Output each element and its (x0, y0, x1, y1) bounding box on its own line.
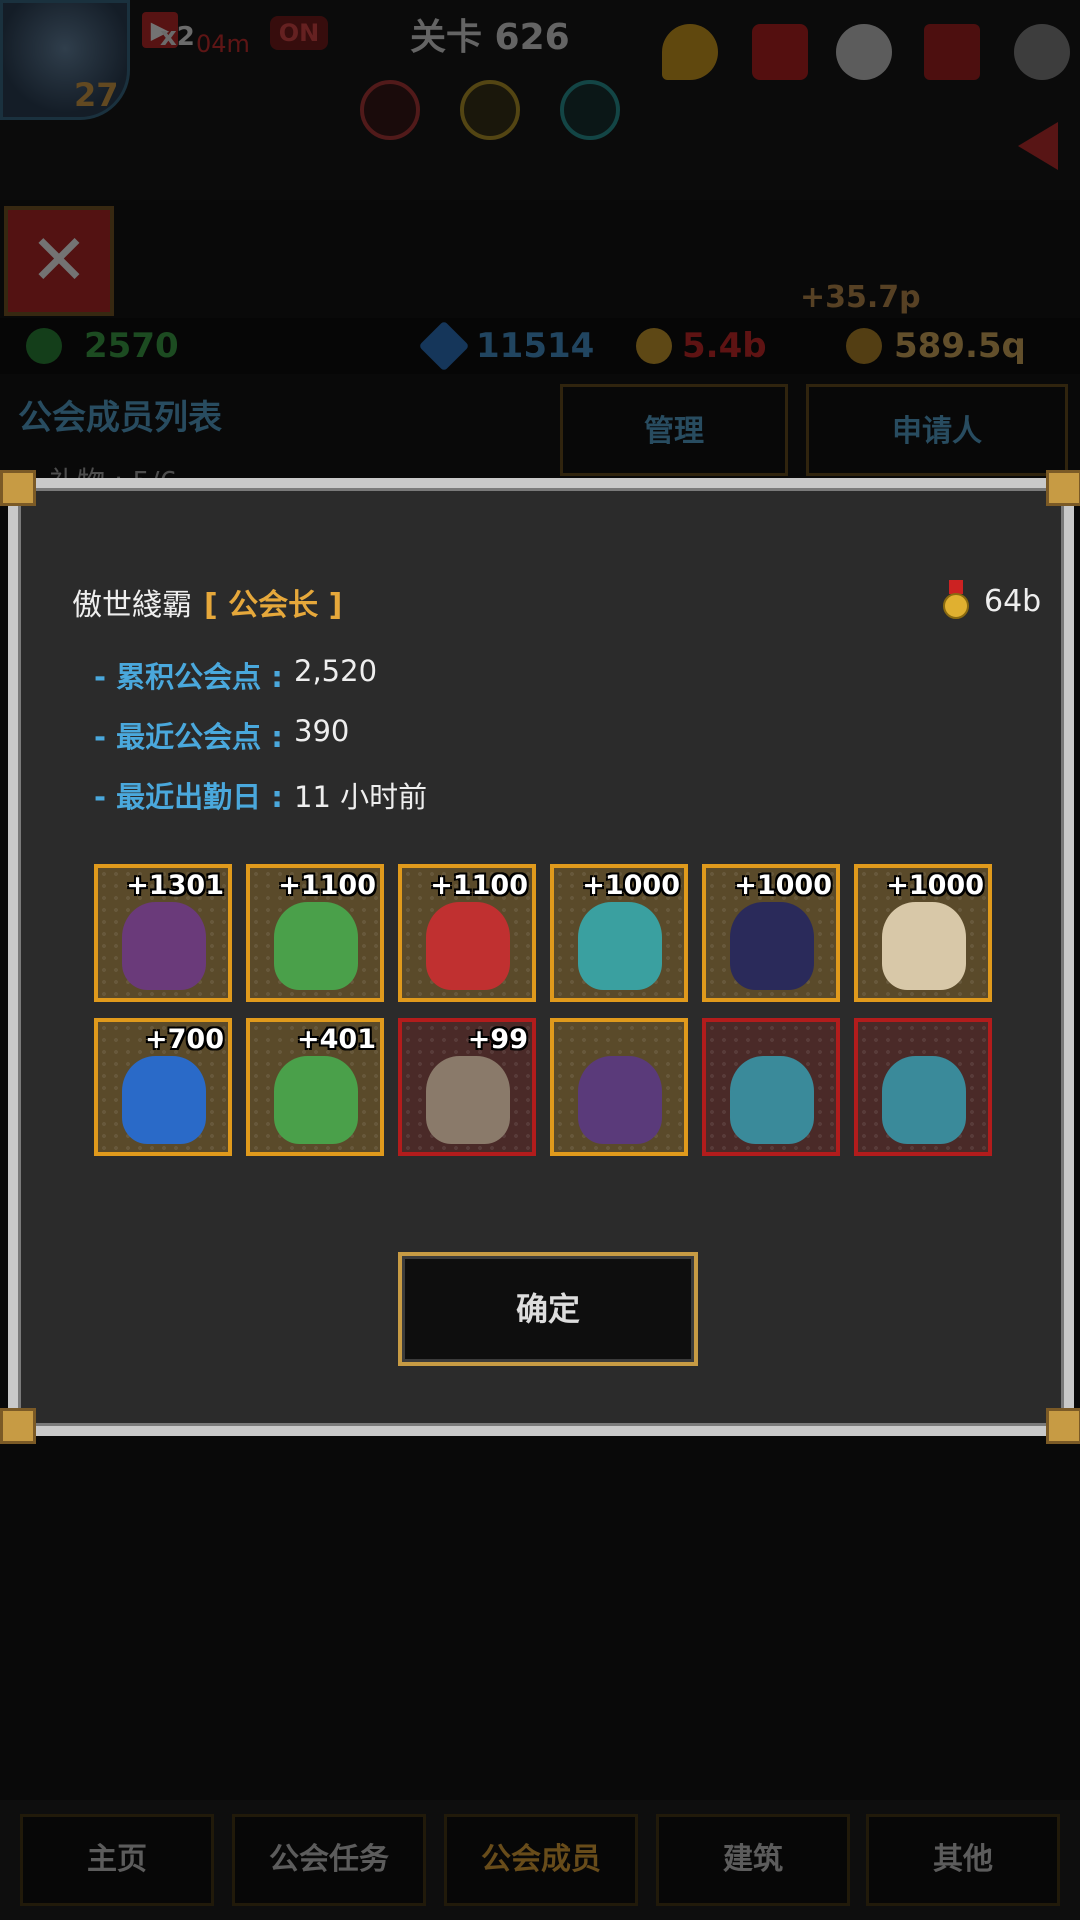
hero-bonus: +1000 (734, 870, 832, 901)
medal-icon (943, 580, 969, 619)
hero-slot[interactable]: +1000 (854, 864, 992, 1002)
collapse-arrow-icon[interactable] (1018, 122, 1058, 170)
speed-toggle[interactable]: ON (270, 16, 328, 50)
gems-value: 11514 (476, 326, 595, 366)
hero-slot[interactable] (854, 1018, 992, 1156)
modal-corner-bottom-right (1046, 1408, 1080, 1444)
attack-stat-icon[interactable] (360, 80, 420, 140)
stat-label: - 最近公会点 : (94, 720, 283, 754)
tab-home[interactable]: 主页 (20, 1814, 214, 1906)
chat-icon[interactable] (662, 24, 718, 80)
stat-label: - 累积公会点 : (94, 660, 283, 694)
angel-icon[interactable] (836, 24, 892, 80)
hero-slot[interactable]: +401 (246, 1018, 384, 1156)
hero-slot[interactable] (702, 1018, 840, 1156)
battle-icon[interactable] (752, 24, 808, 80)
speed-multiplier: x2 (160, 22, 195, 52)
hero-bonus: +1000 (582, 870, 680, 901)
stat-row-last-attendance: - 最近出勤日 : 11 小时前 (94, 774, 427, 816)
close-button[interactable]: ✕ (4, 206, 114, 316)
top-bar: 27 ▶ x2 04m ON 关卡 626 (0, 0, 1080, 200)
floating-damage-text: +35.7p (800, 280, 921, 315)
hero-slot[interactable]: +1301 (94, 864, 232, 1002)
gear-icon[interactable] (1014, 24, 1070, 80)
gold-coin-icon (846, 328, 882, 364)
stat-value: 11 小时前 (294, 780, 428, 814)
hero-bonus: +99 (467, 1024, 528, 1055)
confirm-button[interactable]: 确定 (398, 1252, 698, 1366)
gem-icon (418, 320, 470, 372)
member-role: [ 公会长 ] (204, 588, 343, 623)
hero-slot[interactable]: +99 (398, 1018, 536, 1156)
hero-bonus: +401 (297, 1024, 376, 1055)
guild-point-icon (26, 328, 62, 364)
hero-bonus: +1301 (126, 870, 224, 901)
modal-corner-top-right (1046, 470, 1080, 506)
stat-row-total-points: - 累积公会点 : 2,520 (94, 654, 377, 696)
stat-row-recent-points: - 最近公会点 : 390 (94, 714, 349, 756)
medal-icon (636, 328, 672, 364)
player-level: 27 (74, 76, 119, 114)
medal-value: 64b (984, 584, 1042, 619)
applicants-button[interactable]: 申请人 (806, 384, 1068, 476)
stat-value: 2,520 (294, 654, 378, 688)
member-detail-modal: 傲世綫霸 [ 公会长 ] 64b - 累积公会点 : 2,520 - 最近公会点… (0, 470, 1080, 1444)
guard-stat-icon[interactable] (560, 80, 620, 140)
modal-corner-top-left (0, 470, 36, 506)
member-name: 傲世綫霸 (72, 588, 192, 623)
currency-bar: 2570 11514 5.4b 589.5q (0, 318, 1080, 374)
stat-label: - 最近出勤日 : (94, 780, 283, 814)
tab-guild-quests[interactable]: 公会任务 (232, 1814, 426, 1906)
tower-icon[interactable] (924, 24, 980, 80)
hero-bonus: +700 (145, 1024, 224, 1055)
medals-value: 5.4b (682, 326, 767, 366)
modal-corner-bottom-left (0, 1408, 36, 1444)
guild-list-title: 公会成员列表 (18, 398, 222, 438)
tab-guild-members[interactable]: 公会成员 (444, 1814, 638, 1906)
hero-slot[interactable]: +1000 (550, 864, 688, 1002)
hero-bonus: +1100 (430, 870, 528, 901)
hero-slot[interactable]: +1100 (398, 864, 536, 1002)
bottom-nav: 主页 公会任务 公会成员 建筑 其他 (0, 1800, 1080, 1920)
power-stat-icon[interactable] (460, 80, 520, 140)
gold-value: 589.5q (894, 326, 1026, 366)
hero-slot[interactable] (550, 1018, 688, 1156)
hero-slot[interactable]: +1100 (246, 864, 384, 1002)
stage-title: 关卡 626 (410, 17, 570, 58)
tab-buildings[interactable]: 建筑 (656, 1814, 850, 1906)
hero-bonus: +1000 (886, 870, 984, 901)
guild-points-value: 2570 (84, 326, 179, 366)
speed-timer: 04m (196, 30, 250, 58)
manage-button[interactable]: 管理 (560, 384, 788, 476)
hero-slot[interactable]: +1000 (702, 864, 840, 1002)
stat-value: 390 (294, 714, 350, 748)
hero-bonus: +1100 (278, 870, 376, 901)
tab-other[interactable]: 其他 (866, 1814, 1060, 1906)
hero-slot[interactable]: +700 (94, 1018, 232, 1156)
